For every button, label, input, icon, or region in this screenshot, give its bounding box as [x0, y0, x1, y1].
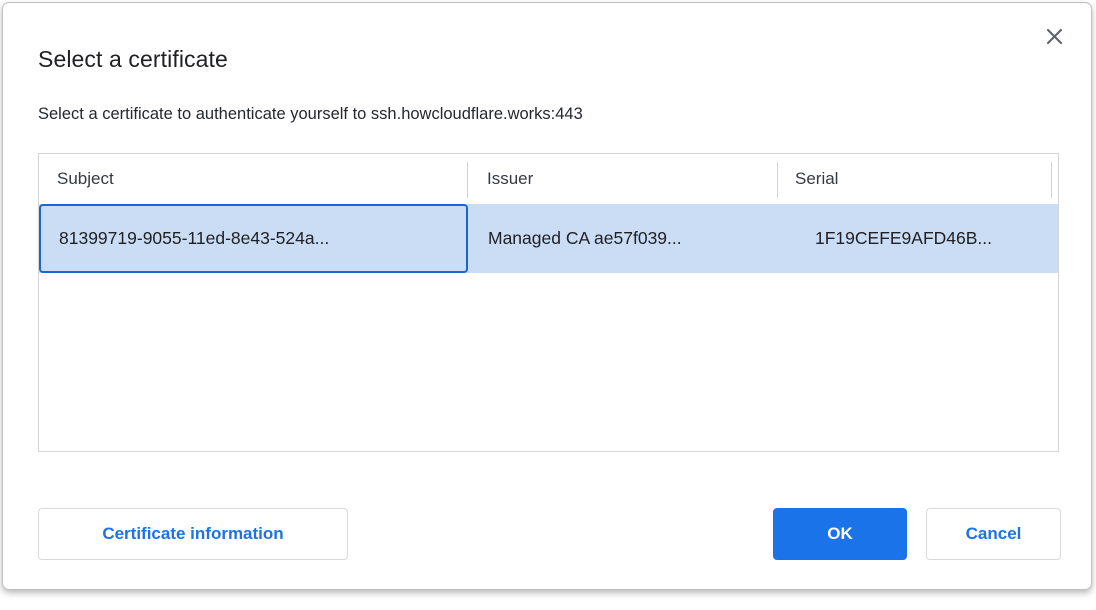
dialog-subtitle: Select a certificate to authenticate you… [38, 105, 583, 124]
certificate-table: Subject Issuer Serial 81399719-9055-11ed… [38, 153, 1059, 452]
close-button[interactable] [1041, 23, 1067, 49]
column-divider [1051, 162, 1052, 198]
certificate-serial-cell[interactable]: 1F19CEFE9AFD46B... [815, 204, 992, 273]
certificate-row-selected[interactable]: 81399719-9055-11ed-8e43-524a... Managed … [39, 204, 1058, 273]
column-divider [467, 162, 468, 198]
certificate-information-button[interactable]: Certificate information [38, 508, 348, 560]
certificate-issuer-cell[interactable]: Managed CA ae57f039... [488, 204, 682, 273]
select-certificate-dialog: Select a certificate Select a certificat… [2, 2, 1092, 590]
column-header-serial: Serial [795, 154, 838, 204]
certificate-table-header: Subject Issuer Serial [39, 154, 1058, 204]
cancel-button[interactable]: Cancel [926, 508, 1061, 560]
close-icon [1046, 28, 1063, 45]
column-header-subject: Subject [57, 154, 114, 204]
column-header-issuer: Issuer [487, 154, 533, 204]
ok-button[interactable]: OK [773, 508, 907, 560]
column-divider [777, 162, 778, 198]
dialog-title: Select a certificate [38, 46, 228, 73]
certificate-subject-cell[interactable]: 81399719-9055-11ed-8e43-524a... [39, 204, 468, 273]
